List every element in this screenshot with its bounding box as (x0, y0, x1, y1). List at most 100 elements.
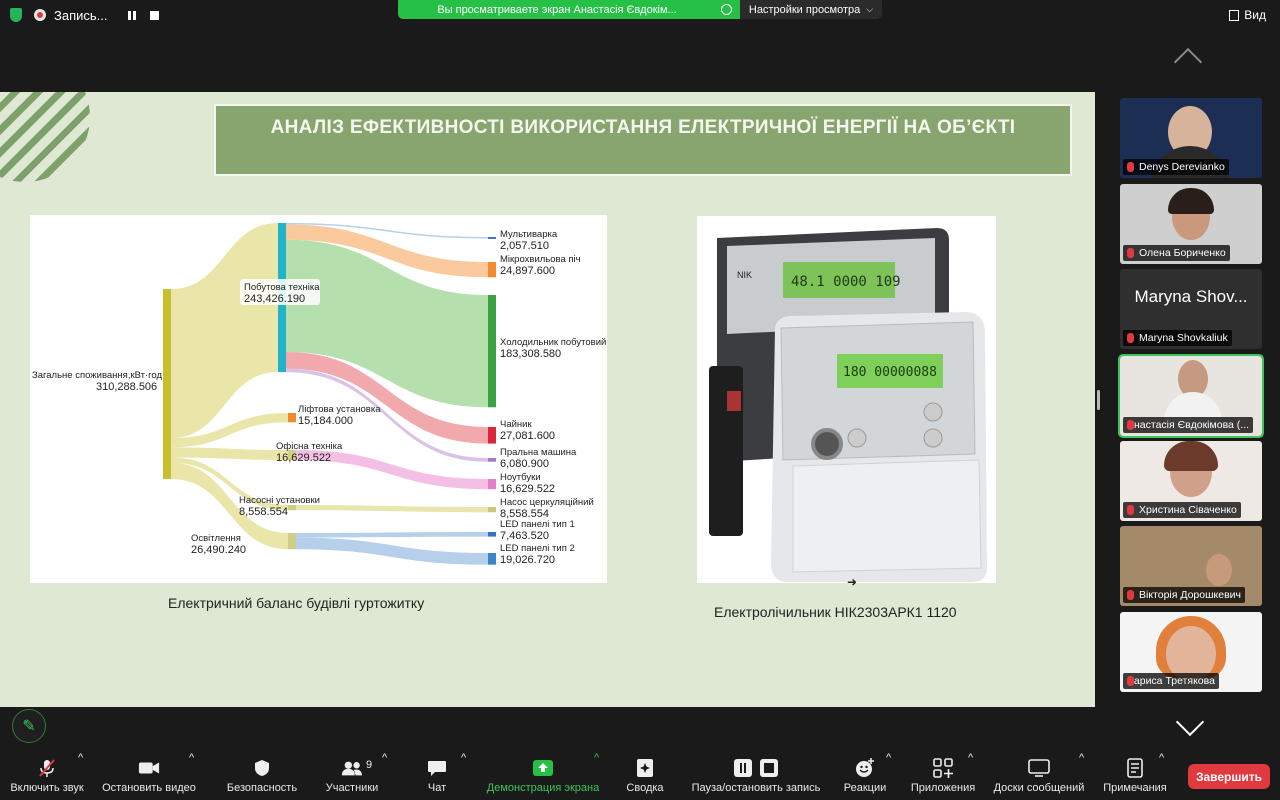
chevron-up-icon[interactable]: ^ (1079, 752, 1084, 800)
recording-label: Запись... (54, 7, 108, 23)
chevron-up-icon[interactable]: ^ (78, 752, 83, 800)
pause-icon[interactable] (127, 10, 136, 20)
summary-icon (634, 759, 656, 777)
meeting-toolbar: Включить звук ^ Остановить видео ^ Безоп… (0, 752, 1280, 800)
participant-name: Олена Бориченко (1123, 245, 1230, 261)
pause-record-icon (733, 759, 779, 777)
top-bar: Запись... Вы просматриваете экран Анаста… (0, 0, 1280, 30)
sankey-node (163, 289, 171, 479)
participants-count: 9 (366, 759, 373, 771)
participant-tile[interactable]: Лариса Третякова (1120, 612, 1262, 692)
electric-meter-illustration: 48.1 0000 109 NIK 180 00000088 (697, 216, 996, 583)
participant-name: Христина Сіваченко (1123, 502, 1241, 518)
sankey-node (488, 507, 496, 513)
share-banner-text: Вы просматриваете экран Анастасія Євдокі… (437, 3, 677, 16)
decorative-stripes (0, 92, 90, 182)
security-label: Безопасность (226, 782, 298, 794)
reactions-button[interactable]: Реакции (838, 752, 892, 800)
participant-tile[interactable]: Denys Derevianko (1120, 98, 1262, 178)
chevron-up-icon[interactable]: ^ (968, 752, 973, 800)
sankey-node-value: 19,026.720 (500, 554, 555, 566)
sankey-node-value: 8,558.554 (239, 506, 288, 518)
whiteboard-icon (1028, 759, 1050, 777)
sankey-caption: Електричний баланс будівлі гуртожитку (168, 595, 425, 611)
annotate-pen-button[interactable]: ✎ (12, 709, 46, 743)
sankey-node-value: 26,490.240 (191, 544, 246, 556)
sankey-link (171, 447, 288, 461)
participant-tile[interactable]: Вікторія Дорошкевич (1120, 526, 1262, 606)
sankey-node (488, 458, 496, 462)
participant-tile[interactable]: Христина Сіваченко (1120, 441, 1262, 521)
sankey-link (296, 537, 488, 565)
sankey-link (296, 532, 488, 538)
sankey-node-value: 15,184.000 (298, 415, 353, 427)
participant-name: Denys Derevianko (1123, 159, 1229, 175)
notes-icon (1124, 758, 1146, 778)
sankey-node-label: Ноутбуки (500, 472, 541, 483)
sankey-node-label: Побутова техніка (244, 282, 320, 293)
sankey-node (488, 479, 496, 490)
sankey-node (488, 262, 496, 278)
share-banner: Вы просматриваете экран Анастасія Євдокі… (398, 0, 740, 19)
chat-button[interactable]: Чат (412, 752, 462, 800)
chevron-up-icon[interactable]: ^ (886, 752, 891, 800)
svg-text:NIK: NIK (737, 270, 752, 280)
chevron-up-icon[interactable]: ^ (382, 752, 387, 800)
summary-label: Сводка (626, 782, 664, 794)
participant-tile-active[interactable]: Анастасія Євдокімова (... (1118, 354, 1264, 438)
sankey-node (488, 532, 496, 537)
shield-icon[interactable] (10, 8, 22, 22)
view-options-button[interactable]: Настройки просмотра ⌵ (740, 0, 882, 19)
electric-meter-image: 48.1 0000 109 NIK 180 00000088 (697, 216, 996, 583)
participant-gallery: Denys Derevianko Олена Бориченко Maryna … (1112, 40, 1280, 750)
participant-tile[interactable]: Maryna Shov... Maryna Shovkaliuk (1120, 269, 1262, 349)
chevron-up-icon[interactable]: ^ (189, 752, 194, 800)
sankey-node-value: 16,629.522 (500, 483, 555, 495)
sankey-node (488, 295, 496, 408)
whiteboards-button[interactable]: Доски сообщений (990, 752, 1088, 800)
sankey-node (288, 413, 296, 423)
chevron-down-icon: ⌵ (866, 4, 874, 14)
sankey-node-value: 24,897.600 (500, 265, 555, 277)
chevron-up-icon[interactable]: ^ (1159, 752, 1164, 800)
shared-screen-slide: АНАЛІЗ ЕФЕКТИВНОСТІ ВИКОРИСТАННЯ ЕЛЕКТРИ… (0, 92, 1095, 707)
sankey-link (171, 223, 278, 439)
chevron-up-icon[interactable]: ^ (461, 752, 466, 800)
sankey-node-label: Загальне споживання,кВт·год (32, 370, 162, 381)
sankey-node-value: 7,463.520 (500, 530, 549, 542)
participant-tile[interactable]: Олена Бориченко (1120, 184, 1262, 264)
splitter-handle[interactable] (1097, 390, 1100, 410)
sankey-node (488, 553, 496, 565)
sankey-node-value: 183,308.580 (500, 348, 561, 360)
pause-stop-recording-button[interactable]: Пауза/остановить запись (686, 752, 826, 800)
security-button[interactable]: Безопасность (220, 752, 304, 800)
summary-button[interactable]: Сводка (620, 752, 670, 800)
sankey-node-label: LED панелі тип 2 (500, 543, 575, 554)
sankey-node-value: 310,288.506 (96, 381, 157, 393)
chat-label: Чат (427, 782, 447, 794)
stop-icon[interactable] (149, 10, 159, 20)
grid-icon (1229, 9, 1240, 21)
end-meeting-button[interactable]: Завершить (1188, 764, 1270, 789)
participant-video (1206, 554, 1232, 586)
whiteboards-label: Доски сообщений (993, 782, 1085, 794)
stop-video-button[interactable]: Остановить видео (96, 752, 202, 800)
sankey-node-label: Холодильник побутовий (500, 337, 606, 348)
share-screen-button[interactable]: Демонстрация экрана (482, 752, 604, 800)
sankey-node-value: 2,057.510 (500, 240, 549, 252)
view-options-label: Настройки просмотра (748, 3, 861, 16)
participant-name: Лариса Третякова (1123, 673, 1219, 689)
participants-button[interactable]: 9 Участники (316, 752, 388, 800)
chevron-up-icon[interactable]: ^ (594, 752, 599, 800)
sankey-node (488, 237, 496, 239)
recording-indicator: Запись... (10, 5, 159, 25)
pen-icon: ✎ (22, 718, 36, 735)
sankey-node-label: Мікрохвильова піч (500, 254, 581, 265)
participant-name: Анастасія Євдокімова (... (1123, 417, 1254, 433)
svg-text:48.1 0000 109: 48.1 0000 109 (791, 274, 901, 290)
share-screen-label: Демонстрация экрана (486, 782, 600, 794)
participant-video-hair (1164, 441, 1218, 471)
view-button[interactable]: Вид (1229, 8, 1266, 22)
sankey-node-label: Мультиварка (500, 229, 558, 240)
slide-title: АНАЛІЗ ЕФЕКТИВНОСТІ ВИКОРИСТАННЯ ЕЛЕКТРИ… (214, 104, 1072, 176)
